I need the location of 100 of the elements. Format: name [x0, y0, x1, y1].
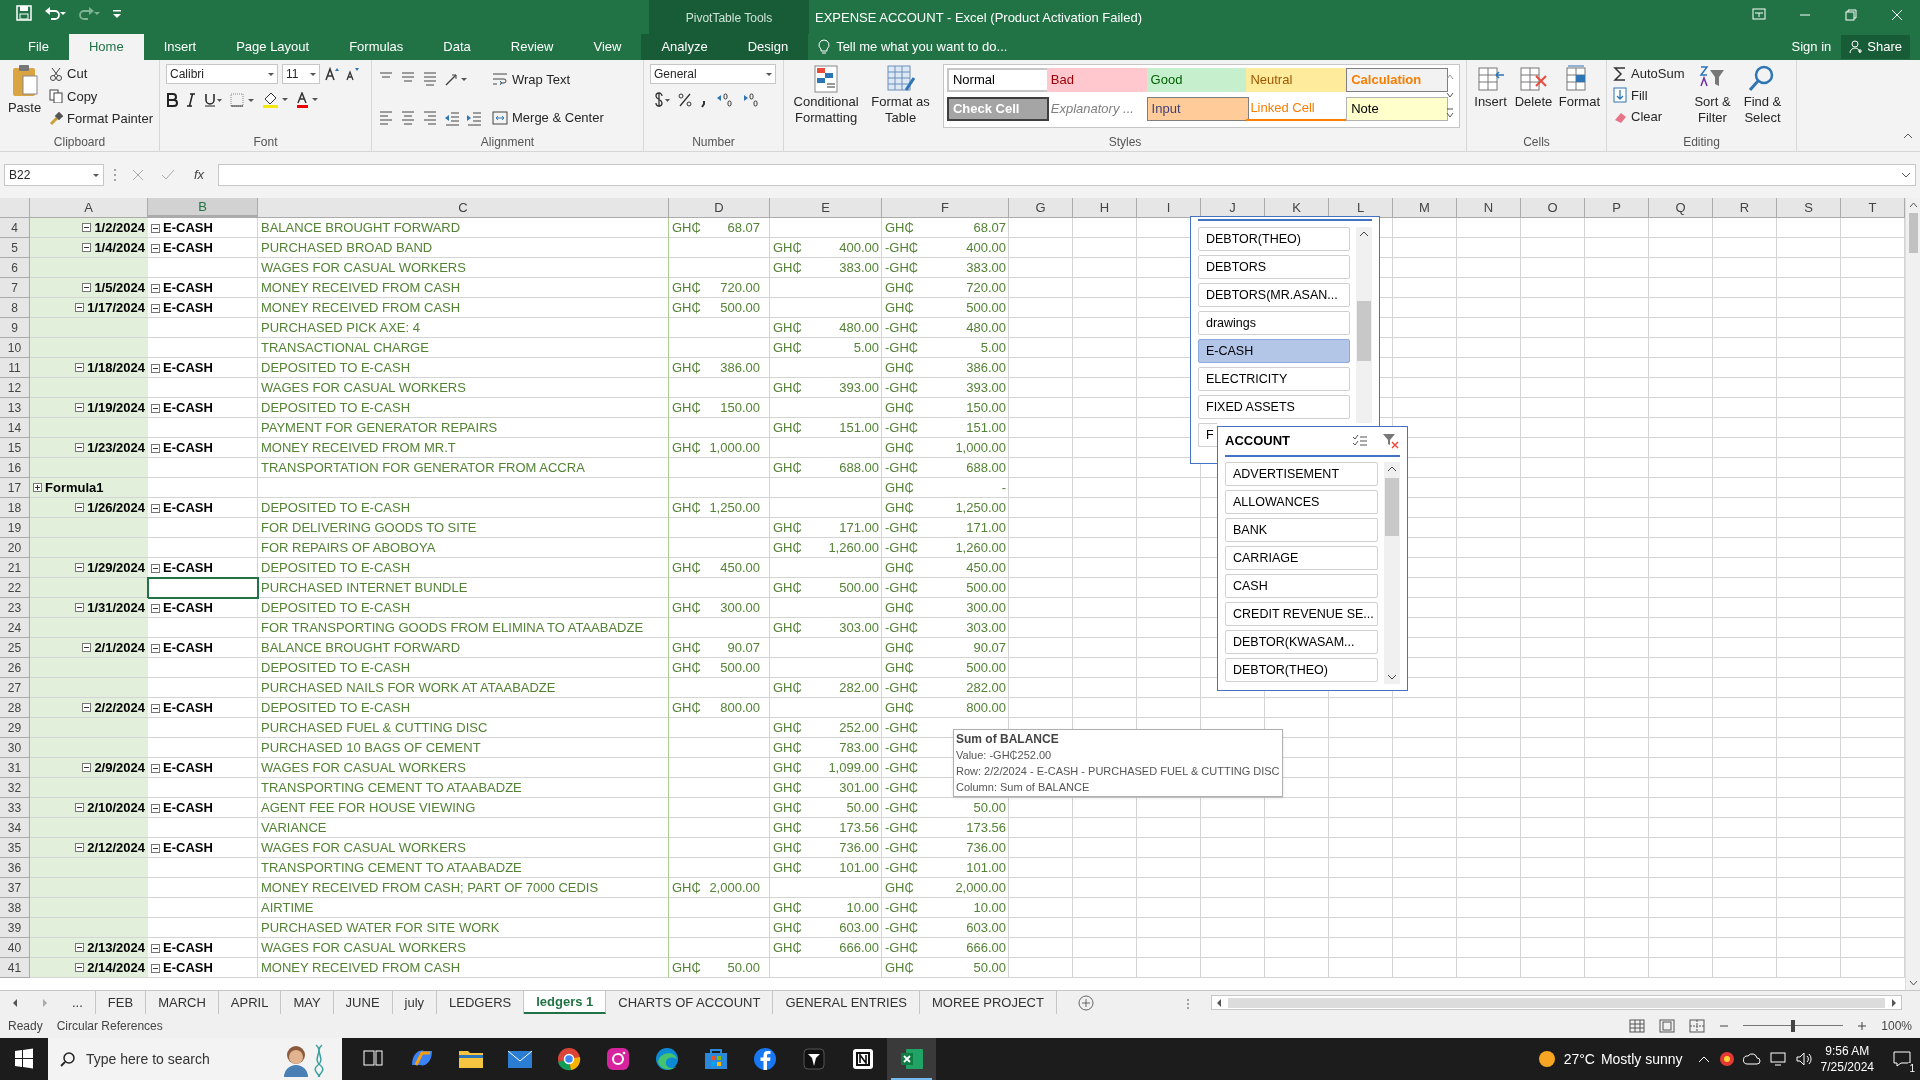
column-header[interactable]: D [669, 198, 770, 217]
row-header[interactable]: 27 [0, 678, 30, 698]
bold-icon[interactable] [166, 93, 178, 107]
collapse-icon[interactable] [151, 963, 160, 973]
vertical-scrollbar[interactable] [1905, 198, 1920, 990]
sort-filter-button[interactable]: Sort & Filter [1690, 64, 1735, 133]
scrollbar-thumb[interactable] [1357, 301, 1371, 361]
delete-button[interactable]: Delete [1514, 64, 1553, 133]
name-box[interactable]: B22 [4, 164, 104, 186]
tell-me-field[interactable]: Tell me what you want to do... [836, 37, 1008, 57]
slicer-item[interactable]: DEBTOR(THEO) [1198, 227, 1350, 251]
increase-indent-icon[interactable] [466, 109, 482, 126]
row-header[interactable]: 19 [0, 518, 30, 538]
collapse-icon[interactable] [75, 843, 85, 852]
collapse-icon[interactable] [75, 803, 85, 812]
zoom-in-icon[interactable] [1857, 1021, 1868, 1031]
expand-icon[interactable] [33, 483, 42, 492]
fill-color-icon[interactable] [262, 92, 288, 108]
collapse-icon[interactable] [75, 363, 85, 372]
row-header[interactable]: 23 [0, 598, 30, 618]
grow-font-icon[interactable] [324, 66, 340, 82]
row-header[interactable]: 24 [0, 618, 30, 638]
percent-icon[interactable] [678, 92, 692, 108]
clear-button[interactable]: Clear [1613, 107, 1685, 127]
undo-icon[interactable] [44, 5, 66, 21]
row-header[interactable]: 39 [0, 918, 30, 938]
column-header[interactable]: M [1393, 198, 1457, 217]
customize-icon[interactable] [112, 7, 122, 19]
row-header[interactable]: 33 [0, 798, 30, 818]
collapse-icon[interactable] [151, 943, 160, 953]
formula-input[interactable] [218, 164, 1916, 186]
collapse-icon[interactable] [75, 503, 85, 512]
ribbon-tab[interactable]: Home [68, 34, 144, 60]
column-header[interactable]: H [1073, 198, 1137, 217]
cell-style-option[interactable]: Input [1146, 97, 1249, 121]
collapse-icon[interactable] [151, 403, 160, 413]
collapse-icon[interactable] [75, 603, 85, 612]
volume-icon[interactable] [1794, 1051, 1813, 1067]
collapse-icon[interactable] [151, 443, 160, 453]
collapse-icon[interactable] [75, 403, 85, 412]
row-header[interactable]: 29 [0, 718, 30, 738]
paste-button[interactable]: Paste [6, 64, 43, 133]
collapse-icon[interactable] [82, 763, 92, 772]
zoom-level[interactable]: 100% [1881, 1017, 1912, 1035]
save-icon[interactable] [16, 5, 32, 21]
notifications-icon[interactable] [1893, 1051, 1911, 1067]
collapse-icon[interactable] [82, 243, 92, 252]
collapse-icon[interactable] [75, 943, 85, 952]
row-header[interactable]: 31 [0, 758, 30, 778]
row-header[interactable]: 18 [0, 498, 30, 518]
format-painter-button[interactable]: Format Painter [49, 109, 153, 129]
slicer-item[interactable]: DEBTORS(MR.ASAN... [1198, 283, 1350, 307]
slicer-item[interactable]: BANK [1225, 518, 1378, 542]
slicer-item[interactable]: FIXED ASSETS [1198, 395, 1350, 419]
number-format-field[interactable]: General [650, 64, 776, 84]
expand-icon[interactable] [1901, 172, 1911, 178]
ribbon-tab[interactable]: Analyze [641, 34, 728, 60]
slicer-item[interactable]: ADVERTISEMENT [1225, 462, 1378, 486]
row-header[interactable]: 30 [0, 738, 30, 758]
slicer-item[interactable]: DEBTORS [1198, 255, 1350, 279]
tray-app-icon[interactable] [1718, 1051, 1735, 1067]
scrollbar-thumb[interactable] [1908, 213, 1918, 253]
cell-style-option[interactable]: Explanatory ... [1046, 97, 1149, 121]
row-header[interactable]: 26 [0, 658, 30, 678]
row-header[interactable]: 22 [0, 578, 30, 598]
page-break-icon[interactable] [1689, 1019, 1706, 1033]
column-header[interactable]: O [1521, 198, 1585, 217]
italic-icon[interactable] [186, 93, 196, 107]
row-header[interactable]: 9 [0, 318, 30, 338]
cell-style-option[interactable]: Normal [946, 68, 1049, 92]
collapse-icon[interactable] [75, 303, 85, 312]
slicer-item[interactable]: F [1198, 423, 1217, 447]
font-color-icon[interactable] [296, 92, 320, 108]
page-layout-icon[interactable] [1659, 1019, 1676, 1033]
collapse-icon[interactable] [151, 503, 160, 513]
column-header[interactable]: P [1585, 198, 1649, 217]
slicer-item[interactable]: drawings [1198, 311, 1350, 335]
row-header[interactable]: 6 [0, 258, 30, 278]
font-name-field[interactable]: Calibri [166, 64, 278, 84]
row-header[interactable]: 8 [0, 298, 30, 318]
row-header[interactable]: 37 [0, 878, 30, 898]
collapse-icon[interactable] [151, 643, 160, 653]
decrease-decimal-icon[interactable] [742, 92, 760, 108]
normal-view-icon[interactable] [1629, 1019, 1646, 1033]
collapse-icon[interactable] [151, 803, 160, 813]
insert-function-button[interactable]: fx [186, 165, 212, 185]
cell-style-option[interactable]: Good [1146, 68, 1249, 92]
row-header[interactable]: 34 [0, 818, 30, 838]
orientation-icon[interactable] [444, 71, 468, 88]
collapse-icon[interactable] [151, 283, 160, 293]
borders-icon[interactable] [230, 93, 254, 107]
sign-in-link[interactable]: Sign in [1791, 37, 1832, 57]
collapse-icon[interactable] [151, 303, 160, 313]
collapse-icon[interactable] [151, 603, 160, 613]
column-header[interactable]: R [1713, 198, 1777, 217]
slicer-item[interactable]: E-CASH [1198, 339, 1350, 363]
ribbon-tab[interactable]: Formulas [329, 34, 424, 60]
clock-date[interactable]: 7/25/2024 [1820, 1059, 1874, 1075]
collapse-icon[interactable] [151, 843, 160, 853]
slicer-scrollbar[interactable] [1356, 227, 1372, 423]
